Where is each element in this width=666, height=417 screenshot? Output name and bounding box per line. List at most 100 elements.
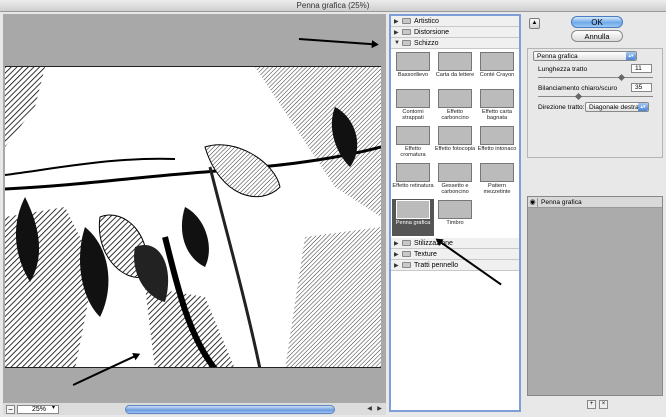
zoom-out-button[interactable]: − <box>6 405 15 414</box>
trash-icon[interactable]: × <box>599 400 608 409</box>
folder-icon <box>402 240 411 246</box>
filter-thumbnail[interactable]: Timbro <box>434 199 476 236</box>
category-stilizzazione[interactable]: ▶ Stilizzazione <box>391 238 519 249</box>
balance-input[interactable]: 35 <box>631 83 652 92</box>
disclosure-right-icon: ▶ <box>394 251 399 258</box>
eye-icon[interactable]: ◉ <box>528 197 538 207</box>
category-artistico[interactable]: ▶ Artistico <box>391 16 519 27</box>
disclosure-right-icon: ▶ <box>394 262 399 269</box>
category-tratti-pennello[interactable]: ▶ Tratti pennello <box>391 260 519 271</box>
status-bar: − 25% ▾ ◀ ▶ <box>3 402 386 415</box>
filter-thumbnail[interactable]: Carta da lettere <box>434 51 476 88</box>
filter-thumbnail-label: Effetto cromatura <box>400 146 426 158</box>
filter-thumbnail-label: Effetto retinatura <box>392 183 434 189</box>
filter-thumbnail[interactable]: Effetto carta bagnata <box>476 88 518 125</box>
filter-thumbnail[interactable]: Gessetto e carboncino <box>434 162 476 199</box>
direction-select[interactable]: Diagonale destra ▴▾ <box>585 102 649 112</box>
filter-preview-thumbnail <box>396 200 430 219</box>
filter-thumbnail[interactable]: Effetto carboncino <box>434 88 476 125</box>
disclosure-right-icon: ▶ <box>394 18 399 25</box>
window-title: Penna grafica (25%) <box>0 0 666 12</box>
preview-sketch <box>5 67 381 367</box>
filter-thumbnail-label: Bassorilievo <box>397 72 429 78</box>
effect-layers-panel: ◉ Penna grafica <box>527 196 663 396</box>
category-schizzo[interactable]: ▼ Schizzo <box>391 38 519 49</box>
filter-thumbnail-label: Conté Crayon <box>479 72 515 78</box>
filter-thumbnail-label: Contorni strappati <box>402 109 424 121</box>
effect-layer-row[interactable]: ◉ Penna grafica <box>528 197 662 208</box>
filter-preview-thumbnail <box>396 126 430 145</box>
filter-settings: Penna grafica ▴▾ Lunghezza tratto 11 Bil… <box>527 48 663 158</box>
filter-preview-thumbnail <box>396 89 430 108</box>
filter-thumbnail-label: Effetto intonaco <box>477 146 517 152</box>
direction-label: Direzione tratto: <box>538 104 585 111</box>
balance-label: Bilanciamento chiaro/scuro <box>538 85 618 92</box>
category-label: Distorsione <box>414 28 450 36</box>
stroke-length-slider-thumb[interactable] <box>618 73 626 82</box>
stroke-length-input[interactable]: 11 <box>631 64 652 73</box>
category-label: Tratti pennello <box>414 261 459 269</box>
filter-preview-thumbnail <box>480 89 514 108</box>
category-distorsione[interactable]: ▶ Distorsione <box>391 27 519 38</box>
stroke-length-label: Lunghezza tratto <box>538 66 588 73</box>
filter-thumbnail-label: Pattern mezzetinte <box>483 183 511 195</box>
folder-icon <box>402 18 411 24</box>
filter-thumbnail-label: Carta da lettere <box>435 72 475 78</box>
direction-select-value: Diagonale destra <box>589 104 639 111</box>
preview-image[interactable] <box>5 66 381 368</box>
stroke-length-slider[interactable] <box>538 77 653 78</box>
horizontal-scrollbar[interactable] <box>125 405 335 414</box>
scroll-left-icon[interactable]: ◀ <box>365 405 374 414</box>
disclosure-right-icon: ▶ <box>394 29 399 36</box>
filter-thumbnail[interactable]: Contorni strappati <box>392 88 434 125</box>
filter-thumbnail-label: Effetto carboncino <box>441 109 469 121</box>
settings-panel: ▲ OK Annulla Penna grafica ▴▾ Lunghezza … <box>525 14 666 417</box>
category-label: Artistico <box>414 17 439 25</box>
new-effect-layer-icon[interactable]: + <box>587 400 596 409</box>
filter-gallery[interactable]: ▶ Artistico ▶ Distorsione ▼ Schizzo Bass… <box>389 14 521 412</box>
filter-preview-thumbnail <box>438 126 472 145</box>
balance-slider-thumb[interactable] <box>574 92 582 101</box>
ok-button[interactable]: OK <box>571 16 623 28</box>
balance-slider[interactable] <box>538 96 653 97</box>
filter-thumbnail-label: Effetto carta bagnata <box>481 109 513 121</box>
filter-thumbnail-label: Penna grafica <box>395 220 431 226</box>
filter-thumbnail[interactable]: Effetto cromatura <box>392 125 434 162</box>
filter-preview-thumbnail <box>438 200 472 219</box>
zoom-dropdown-icon[interactable]: ▾ <box>49 405 58 414</box>
disclosure-right-icon: ▶ <box>394 240 399 247</box>
filter-preview-thumbnail <box>396 163 430 182</box>
filter-preview-thumbnail <box>480 126 514 145</box>
scroll-right-icon[interactable]: ▶ <box>375 405 384 414</box>
folder-icon <box>402 251 411 257</box>
filter-thumbnail-label: Gessetto e carboncino <box>441 183 469 195</box>
filter-thumbnail[interactable]: Effetto intonaco <box>476 125 518 162</box>
filter-select[interactable]: Penna grafica ▴▾ <box>533 51 637 61</box>
filter-preview-thumbnail <box>480 163 514 182</box>
filter-thumbnail-grid: Bassorilievo Carta da lettere Conté Crayon… <box>391 49 519 238</box>
filter-thumbnail[interactable]: Penna grafica <box>392 199 434 236</box>
filter-thumbnail[interactable]: Bassorilievo <box>392 51 434 88</box>
effect-layer-label: Penna grafica <box>541 198 582 206</box>
select-arrows-icon: ▴▾ <box>638 103 648 111</box>
filter-preview-thumbnail <box>438 163 472 182</box>
filter-preview-thumbnail <box>396 52 430 71</box>
folder-icon <box>402 29 411 35</box>
filter-preview-thumbnail <box>480 52 514 71</box>
filter-thumbnail-label: Timbro <box>446 220 464 226</box>
folder-open-icon <box>402 40 411 46</box>
filter-thumbnail[interactable]: Effetto retinatura <box>392 162 434 199</box>
filter-thumbnail[interactable]: Pattern mezzetinte <box>476 162 518 199</box>
filter-preview-thumbnail <box>438 89 472 108</box>
preview-area[interactable] <box>3 14 386 402</box>
annotation-arrow-top <box>298 38 377 45</box>
category-label: Schizzo <box>414 39 439 47</box>
folder-icon <box>402 262 411 268</box>
filter-thumbnail[interactable]: Effetto fotocopia <box>434 125 476 162</box>
filter-select-value: Penna grafica <box>537 53 578 60</box>
collapse-gallery-button[interactable]: ▲ <box>529 18 540 29</box>
category-label: Texture <box>414 250 437 258</box>
select-arrows-icon: ▴▾ <box>626 52 636 60</box>
cancel-button[interactable]: Annulla <box>571 30 623 42</box>
filter-thumbnail[interactable]: Conté Crayon <box>476 51 518 88</box>
